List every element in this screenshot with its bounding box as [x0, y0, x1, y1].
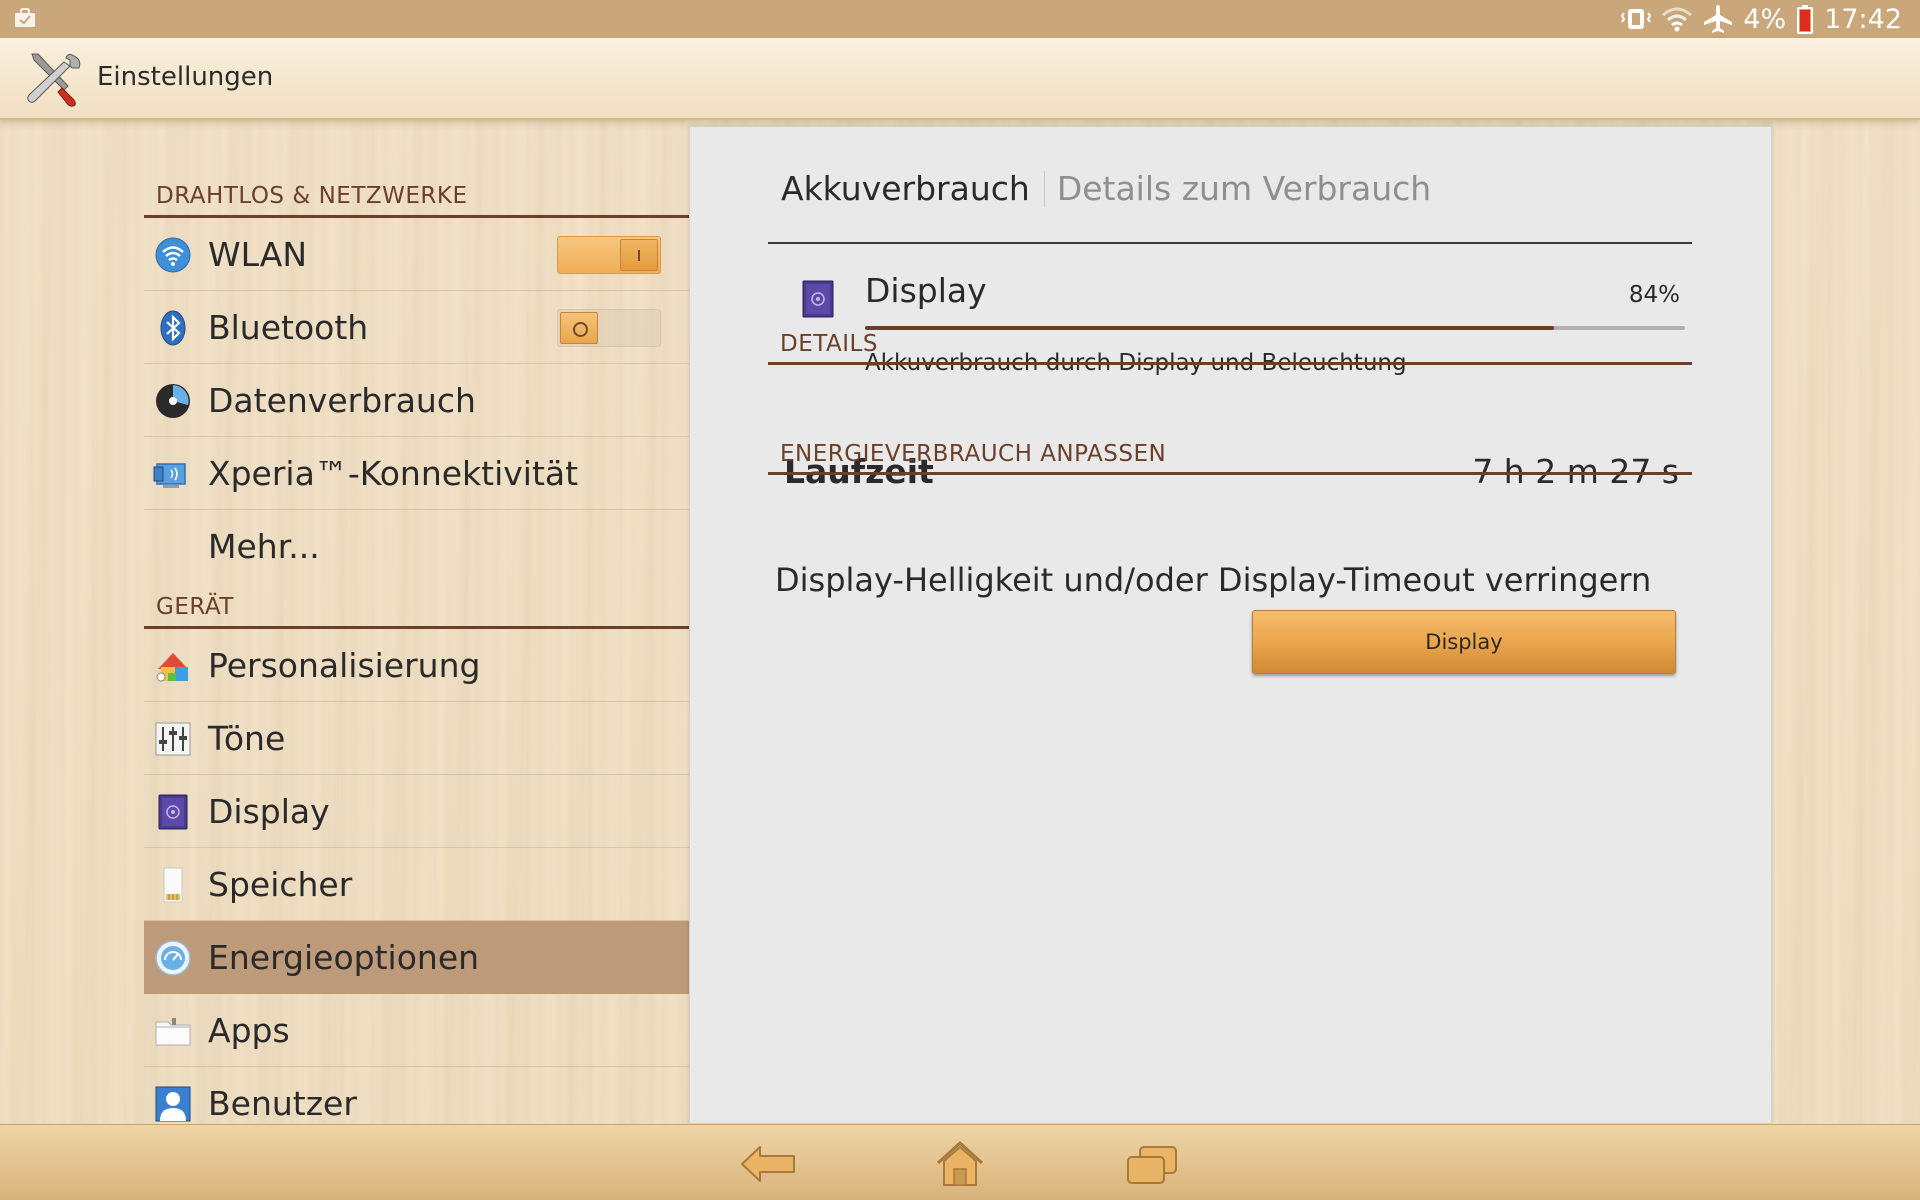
airplane-icon [1704, 5, 1733, 33]
settings-item-more[interactable]: Mehr... [144, 510, 689, 583]
settings-item-storage[interactable]: Speicher [144, 848, 689, 921]
section-header-device: GERÄT [144, 583, 689, 629]
back-icon[interactable] [738, 1139, 798, 1189]
personalization-icon [156, 653, 188, 682]
settings-item-label: Datenverbrauch [208, 381, 476, 420]
toggle-knob [560, 312, 598, 344]
bluetooth-icon [160, 310, 186, 346]
section-header-wireless: DRAHTLOS & NETZWERKE [144, 170, 689, 218]
settings-item-power[interactable]: Energieoptionen [144, 921, 689, 994]
navigation-bar [0, 1124, 1920, 1200]
settings-item-personalization[interactable]: Personalisierung [144, 629, 689, 702]
wifi-icon [155, 237, 191, 273]
settings-item-label: Speicher [208, 865, 353, 904]
settings-item-label: Xperia™-Konnektivität [208, 454, 579, 493]
usage-percent: 84% [1628, 282, 1680, 308]
data-usage-icon [156, 384, 190, 418]
settings-item-bluetooth[interactable]: Bluetooth [144, 291, 689, 364]
tools-icon[interactable] [24, 50, 84, 108]
adjust-description: Display-Helligkeit und/oder Display-Time… [775, 561, 1652, 599]
settings-item-display[interactable]: Display [144, 775, 689, 848]
settings-item-xperia[interactable]: Xperia™-Konnektivität [144, 437, 689, 510]
status-bar: 4% 17:42 [0, 0, 1920, 38]
sliders-icon [155, 722, 191, 756]
home-icon[interactable] [930, 1139, 990, 1189]
battery-percent: 4% [1743, 3, 1787, 35]
breadcrumb: Akkuverbrauch Details zum Verbrauch [781, 169, 1431, 208]
settings-item-label: Bluetooth [208, 308, 369, 347]
settings-item-sounds[interactable]: Töne [144, 702, 689, 775]
tab-usage-details[interactable]: Details zum Verbrauch [1057, 169, 1431, 208]
power-gauge-icon [155, 940, 191, 976]
sd-card-icon [163, 867, 183, 903]
settings-item-label: Energieoptionen [208, 938, 480, 977]
settings-item-apps[interactable]: Apps [144, 994, 689, 1067]
action-bar: Einstellungen [0, 38, 1920, 120]
vibrate-icon [1621, 9, 1652, 29]
tab-battery-usage[interactable]: Akkuverbrauch [781, 169, 1030, 208]
settings-item-wlan[interactable]: WLAN [144, 218, 689, 291]
section-header-details: DETAILS [768, 320, 1692, 365]
settings-item-label: Display [208, 792, 330, 831]
usage-item-name: Display [865, 271, 987, 310]
battery-low-icon [1797, 5, 1814, 34]
bluetooth-toggle[interactable] [557, 309, 661, 347]
wlan-toggle[interactable] [557, 236, 661, 274]
settings-list: DRAHTLOS & NETZWERKE WLAN Bluetooth Date… [144, 170, 689, 1140]
settings-item-label: Personalisierung [208, 646, 481, 685]
recent-apps-icon[interactable] [1122, 1139, 1182, 1189]
detail-panel: Akkuverbrauch Details zum Verbrauch Disp… [689, 126, 1772, 1124]
settings-item-label: Töne [208, 719, 286, 758]
apps-folder-icon [155, 1018, 191, 1046]
settings-item-label: WLAN [208, 235, 308, 274]
display-icon [802, 280, 834, 318]
settings-item-label: Mehr... [208, 527, 320, 566]
section-header-adjust: ENERGIEVERBRAUCH ANPASSEN [768, 430, 1692, 475]
display-settings-button[interactable]: Display [1252, 610, 1676, 674]
wifi-icon [1662, 7, 1693, 32]
app-title: Einstellungen [97, 62, 274, 92]
toggle-knob [620, 239, 658, 271]
settings-item-data-usage[interactable]: Datenverbrauch [144, 364, 689, 437]
display-icon [158, 794, 188, 830]
user-icon [155, 1086, 191, 1122]
breadcrumb-divider [1043, 170, 1045, 207]
settings-item-label: Apps [208, 1011, 290, 1050]
clock: 17:42 [1824, 3, 1902, 35]
divider [768, 242, 1692, 244]
settings-item-label: Benutzer [208, 1084, 357, 1123]
notification-bag-icon [15, 8, 35, 27]
xperia-connectivity-icon [153, 463, 186, 488]
status-icons: 4% 17:42 [1621, 0, 1902, 38]
